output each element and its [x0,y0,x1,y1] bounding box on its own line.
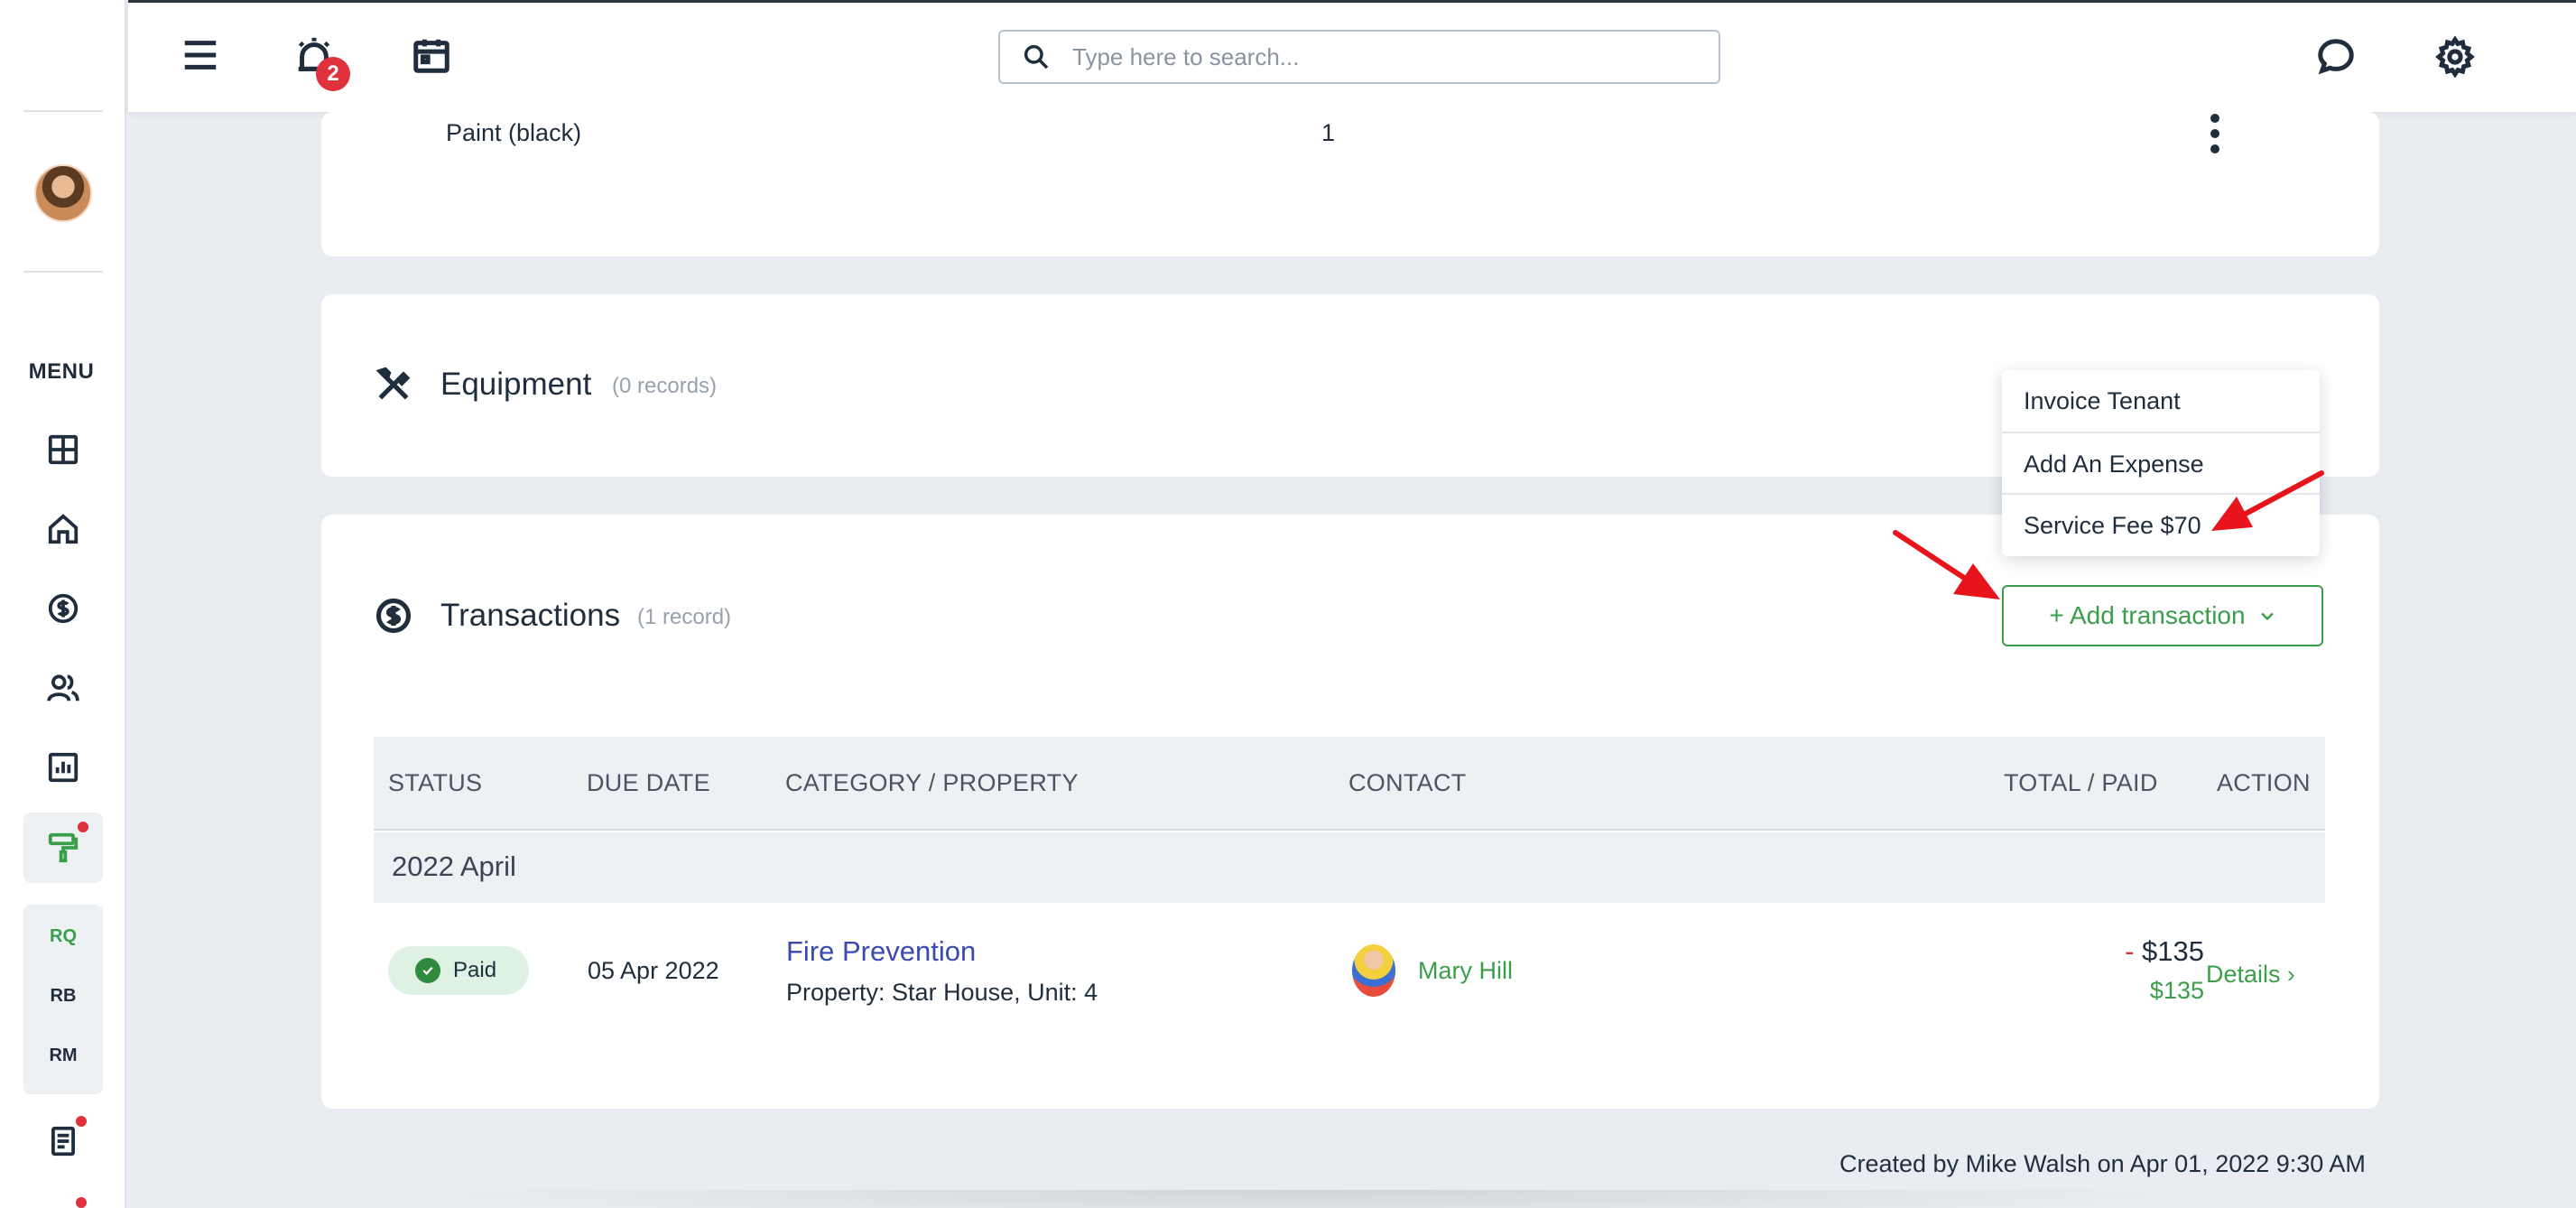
notification-badge: 2 [316,57,350,91]
status-label: Paid [453,958,497,982]
notification-dot [76,1116,87,1127]
negative-sign: - [2125,935,2135,967]
search-icon [1024,44,1049,70]
paint-roller-icon [48,832,79,863]
transactions-count: (1 record) [637,605,732,629]
column-contact[interactable]: CONTACT [1348,769,1467,797]
home-icon[interactable] [40,506,87,553]
submenu-item-rm[interactable]: RM [23,1045,103,1066]
search-input[interactable] [1072,42,1668,71]
reports-icon[interactable] [40,744,87,791]
user-avatar[interactable] [34,164,92,222]
material-name: Paint (black) [446,119,582,146]
sidebar-divider [23,271,103,273]
add-transaction-dropdown: Invoice Tenant Add An Expense Service Fe… [2002,370,2320,556]
column-action: ACTION [2217,769,2311,796]
hamburger-menu-icon[interactable] [175,30,226,80]
material-quantity: 1 [1321,119,1336,146]
settings-gear-icon[interactable] [2430,32,2480,82]
details-label: Details [2206,961,2281,988]
chevron-right-icon: › [2287,961,2295,988]
dropdown-item-invoice-tenant[interactable]: Invoice Tenant [2002,370,2320,432]
add-transaction-button[interactable]: + Add transaction [2002,585,2323,646]
maintenance-submenu: RQ RB RM [23,905,103,1094]
contact-avatar [1352,944,1395,997]
column-total-paid[interactable]: TOTAL / PAID [2004,769,2158,797]
maintenance-nav-item[interactable] [23,813,103,883]
equipment-count: (0 records) [612,374,718,398]
equipment-title: Equipment [440,367,592,402]
sidebar: MENU RQ RB RM [0,0,126,1208]
dollar-circle-icon [374,596,413,636]
month-group-label: 2022 April [392,850,516,882]
dropdown-item-service-fee[interactable]: Service Fee $70 [2002,495,2320,556]
paid-amount: $135 [2149,977,2204,1004]
column-category-property[interactable]: CATEGORY / PROPERTY [785,769,1079,797]
property-text: Property: Star House, Unit: 4 [786,979,1098,1006]
dropdown-item-add-expense[interactable]: Add An Expense [2002,433,2320,495]
total-value: $135 [2142,935,2204,967]
month-group-row: 2022 April [374,832,2325,903]
search-bar[interactable] [998,30,1720,84]
details-link[interactable]: Details › [2206,961,2295,989]
total-amount: - $135 [2078,935,2204,968]
chat-icon[interactable] [2311,32,2361,82]
dashboard-icon[interactable] [40,426,87,473]
footer-shadow [424,1190,2193,1208]
transactions-table-header: STATUS DUE DATE CATEGORY / PROPERTY CONT… [374,737,2325,831]
category-link[interactable]: Fire Prevention [786,935,976,968]
menu-label: MENU [28,359,95,384]
top-header: 2 [128,0,2576,112]
notification-dot [76,1197,87,1208]
sidebar-divider [23,110,103,112]
due-date: 05 Apr 2022 [588,957,719,984]
submenu-item-rq[interactable]: RQ [23,926,103,947]
users-icon[interactable] [40,664,87,711]
materials-card [321,112,2379,256]
status-badge: Paid [388,946,529,995]
column-due-date[interactable]: DUE DATE [587,769,710,797]
transactions-title: Transactions [440,598,621,633]
add-transaction-label: + Add transaction [2049,601,2246,629]
calendar-icon[interactable] [406,30,457,80]
contact-link[interactable]: Mary Hill [1418,957,1513,985]
chevron-down-icon [2260,612,2274,621]
check-icon [415,958,440,983]
submenu-item-rb[interactable]: RB [23,986,103,1007]
tools-icon [374,365,413,404]
created-by-note: Created by Mike Walsh on Apr 01, 2022 9:… [1839,1150,2366,1177]
more-options-icon[interactable] [2208,114,2222,159]
dollar-icon[interactable] [40,585,87,632]
column-status[interactable]: STATUS [388,769,482,797]
notification-dot [78,822,88,832]
